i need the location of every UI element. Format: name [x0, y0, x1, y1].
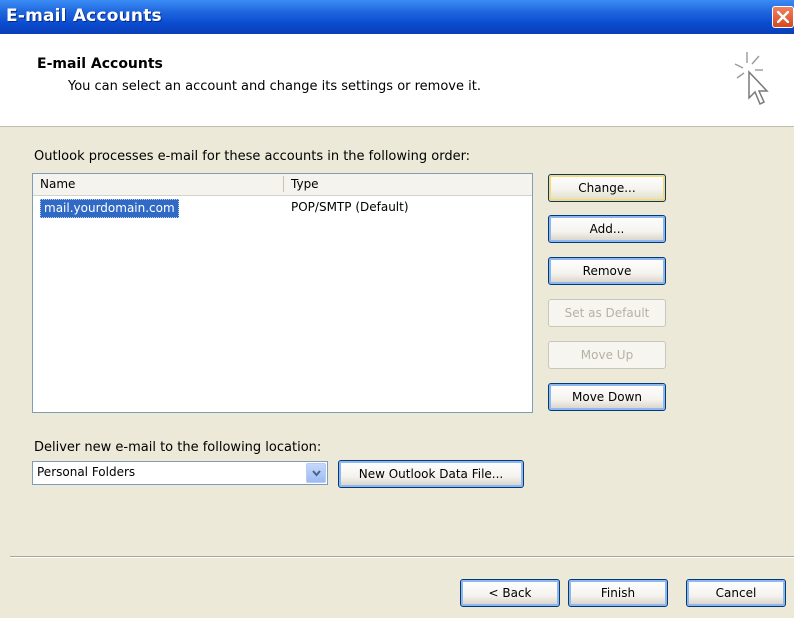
account-type: POP/SMTP (Default) [291, 200, 409, 214]
column-header-type[interactable]: Type [291, 177, 319, 191]
finish-button[interactable]: Finish [568, 579, 668, 607]
list-header: Name Type [33, 174, 532, 196]
account-name: mail.yourdomain.com [40, 199, 179, 218]
delivery-location-value: Personal Folders [37, 465, 136, 479]
delivery-label: Deliver new e-mail to the following loca… [34, 440, 322, 455]
dropdown-arrow-button[interactable] [306, 463, 326, 483]
remove-button[interactable]: Remove [548, 257, 666, 285]
window-title: E-mail Accounts [6, 6, 162, 26]
wizard-cursor-icon [734, 52, 769, 106]
move-down-button[interactable]: Move Down [548, 383, 666, 411]
new-data-file-button[interactable]: New Outlook Data File... [338, 460, 524, 488]
cancel-button[interactable]: Cancel [686, 579, 786, 607]
wizard-header: E-mail Accounts You can select an accoun… [0, 34, 794, 127]
column-separator[interactable] [283, 176, 284, 192]
move-up-button[interactable]: Move Up [548, 341, 666, 369]
close-button[interactable] [772, 6, 794, 28]
back-button[interactable]: < Back [460, 579, 560, 607]
close-icon [777, 11, 789, 23]
accounts-list[interactable]: Name Type mail.yourdomain.com POP/SMTP (… [32, 173, 533, 413]
email-accounts-dialog: E-mail Accounts E-mail Accounts You can … [0, 0, 794, 618]
delivery-location-dropdown[interactable]: Personal Folders [32, 461, 328, 485]
header-subtitle: You can select an account and change its… [68, 79, 481, 94]
header-title: E-mail Accounts [37, 56, 163, 72]
add-button[interactable]: Add... [548, 215, 666, 243]
set-default-button[interactable]: Set as Default [548, 299, 666, 327]
footer-divider [10, 556, 794, 558]
column-header-name[interactable]: Name [40, 177, 75, 191]
title-bar[interactable]: E-mail Accounts [0, 0, 794, 34]
account-row[interactable]: mail.yourdomain.com POP/SMTP (Default) [33, 198, 532, 218]
change-button[interactable]: Change... [548, 174, 666, 202]
chevron-down-icon [312, 470, 321, 477]
accounts-instruction: Outlook processes e-mail for these accou… [34, 149, 471, 164]
